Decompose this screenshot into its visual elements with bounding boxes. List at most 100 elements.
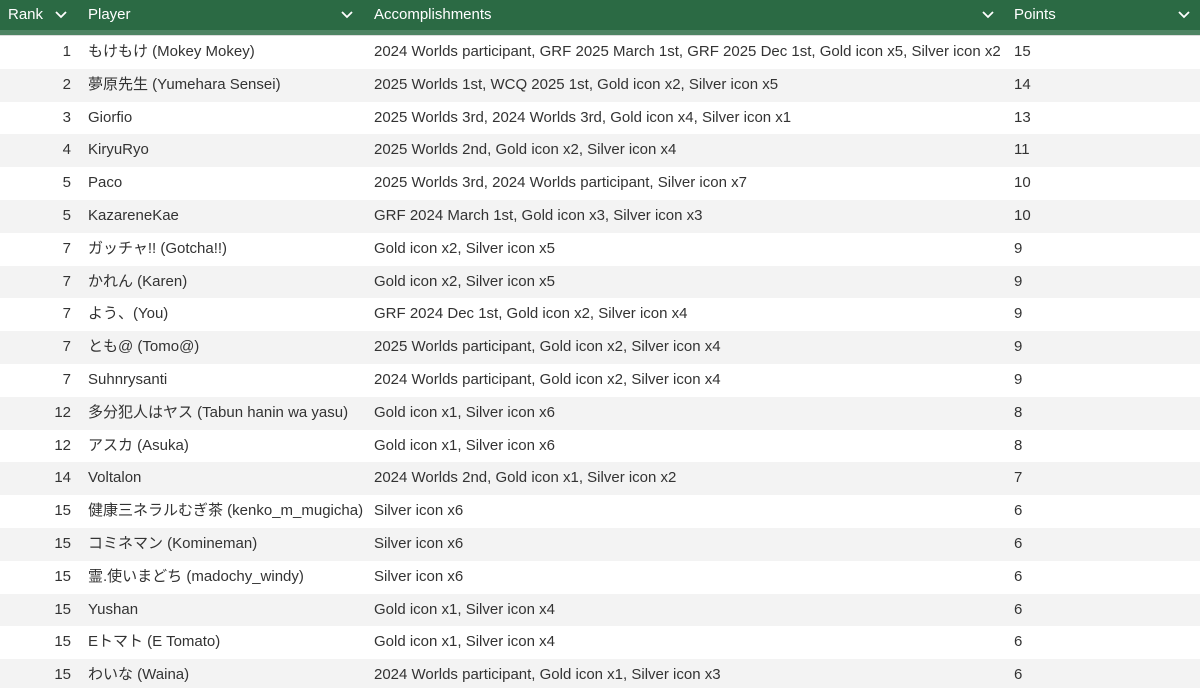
accomplishments-cell: 2025 Worlds participant, Gold icon x2, S… — [374, 338, 721, 356]
points-cell: 8 — [1014, 436, 1023, 454]
table-row[interactable]: 15 Yushan Gold icon x1, Silver icon x4 6 — [0, 593, 1200, 627]
table-row[interactable]: 4 KiryuRyo 2025 Worlds 2nd, Gold icon x2, … — [0, 134, 1200, 168]
rank-cell: 5 — [62, 206, 71, 224]
accomplishments-cell: Gold icon x2, Silver icon x5 — [374, 272, 555, 290]
points-cell: 14 — [1014, 75, 1031, 93]
table-row[interactable]: 7 かれん (Karen) Gold icon x2, Silver icon x5… — [0, 265, 1200, 299]
points-cell: 8 — [1014, 403, 1023, 421]
accomplishments-cell: 2024 Worlds participant, GRF 2025 March … — [374, 43, 1001, 60]
table-row[interactable]: 15 コミネマン (Komineman) Silver icon x6 6 — [0, 527, 1200, 561]
points-cell: 6 — [1014, 502, 1023, 520]
accomplishments-cell: Gold icon x1, Silver icon x6 — [374, 403, 555, 421]
table-row[interactable]: 5 KazareneKae GRF 2024 March 1st, Gold ico… — [0, 199, 1200, 233]
table-row[interactable]: 15 霊.使いまどち (madochy_windy) Silver icon x6 6 — [0, 561, 1200, 594]
points-cell: 13 — [1014, 108, 1031, 126]
rank-cell: 15 — [54, 666, 71, 684]
accomplishments-cell: 2024 Worlds 2nd, Gold icon x1, Silver ic… — [374, 469, 677, 487]
rank-cell: 3 — [62, 108, 71, 126]
table-row[interactable]: 12 アスカ (Asuka) Gold icon x1, Silver icon x… — [0, 430, 1200, 463]
player-cell: Giorfio — [88, 108, 133, 126]
table-body: 1 もけもけ (Mokey Mokey) 2024 Worlds participa… — [0, 35, 1200, 688]
column-header-accomplishments[interactable]: Accomplishments — [374, 0, 1000, 30]
rank-cell: 4 — [62, 141, 71, 159]
player-cell: Paco — [88, 174, 123, 192]
player-cell: 夢原先生 (Yumehara Sensei) — [88, 75, 281, 93]
rank-cell: 12 — [54, 403, 71, 421]
rank-cell: 15 — [54, 633, 71, 651]
table-row[interactable]: 7 とも@ (Tomo@) 2025 Worlds participant, Gol… — [0, 331, 1200, 364]
column-header-rank[interactable]: Rank — [8, 0, 70, 30]
rank-cell: 7 — [62, 239, 71, 257]
accomplishments-cell: 2025 Worlds 3rd, 2024 Worlds participant… — [374, 174, 747, 192]
accomplishments-cell: Silver icon x6 — [374, 534, 464, 552]
accomplishments-cell: Gold icon x1, Silver icon x6 — [374, 436, 555, 454]
chevron-down-icon[interactable] — [981, 10, 995, 20]
accomplishments-cell: Gold icon x2, Silver icon x5 — [374, 239, 555, 257]
points-cell: 6 — [1014, 633, 1023, 651]
player-cell: かれん (Karen) — [88, 272, 188, 290]
chevron-down-icon[interactable] — [1177, 10, 1191, 20]
player-cell: わいな (Waina) — [88, 666, 190, 684]
column-header-points[interactable]: Points — [1014, 0, 1194, 30]
player-cell: もけもけ (Mokey Mokey) — [88, 43, 255, 60]
chevron-down-icon[interactable] — [340, 10, 354, 20]
table-row[interactable]: 3 Giorfio 2025 Worlds 3rd, 2024 Worlds 3rd… — [0, 102, 1200, 135]
points-cell: 11 — [1014, 141, 1030, 159]
player-cell: コミネマン (Komineman) — [88, 534, 258, 552]
rank-cell: 7 — [62, 272, 71, 290]
player-cell: アスカ (Asuka) — [88, 436, 189, 454]
points-cell: 6 — [1014, 666, 1023, 684]
points-cell: 9 — [1014, 272, 1023, 290]
table-row[interactable]: 2 夢原先生 (Yumehara Sensei) 2025 Worlds 1st, … — [0, 68, 1200, 102]
table-row[interactable]: 15 健康三ネラルむぎ茶 (kenko_m_mugicha) Silver icon… — [0, 495, 1200, 528]
player-cell: ガッチャ!! (Gotcha!!) — [88, 239, 228, 257]
points-cell: 15 — [1014, 43, 1031, 60]
rank-cell: 12 — [54, 436, 71, 454]
table-row[interactable]: 1 もけもけ (Mokey Mokey) 2024 Worlds participa… — [0, 35, 1200, 69]
rank-cell: 14 — [54, 469, 71, 487]
column-header-player[interactable]: Player — [88, 0, 358, 30]
accomplishments-cell: GRF 2024 March 1st, Gold icon x3, Silver… — [374, 206, 703, 224]
points-cell: 9 — [1014, 338, 1023, 356]
chevron-down-icon[interactable] — [54, 10, 68, 20]
table-row[interactable]: 7 Suhnrysanti 2024 Worlds participant, Gol… — [0, 364, 1200, 397]
table-row[interactable]: 15 Eトマト (E Tomato) Gold icon x1, Silver ic… — [0, 626, 1200, 659]
points-cell: 10 — [1014, 174, 1031, 192]
points-cell: 6 — [1014, 534, 1023, 552]
points-cell: 10 — [1014, 206, 1031, 224]
table-row[interactable]: 7 ガッチャ!! (Gotcha!!) Gold icon x2, Silver i… — [0, 233, 1200, 266]
accomplishments-cell: GRF 2024 Dec 1st, Gold icon x2, Silver i… — [374, 305, 688, 323]
player-cell: Eトマト (E Tomato) — [88, 633, 221, 651]
player-cell: 多分犯人はヤス (Tabun hanin wa yasu) — [88, 403, 349, 421]
rank-cell: 15 — [54, 600, 71, 618]
points-cell: 6 — [1014, 567, 1023, 585]
accomplishments-cell: 2025 Worlds 2nd, Gold icon x2, Silver ic… — [374, 141, 677, 159]
player-cell: とも@ (Tomo@) — [88, 338, 200, 356]
table-row[interactable]: 14 Voltalon 2024 Worlds 2nd, Gold icon x1,… — [0, 462, 1200, 496]
table-row[interactable]: 7 よう、(You) GRF 2024 Dec 1st, Gold icon x2,… — [0, 298, 1200, 331]
table-row[interactable]: 12 多分犯人はヤス (Tabun hanin wa yasu) Gold icon… — [0, 396, 1200, 430]
points-cell: 9 — [1014, 305, 1023, 323]
rank-cell: 7 — [62, 338, 71, 356]
player-cell: KazareneKae — [88, 206, 179, 224]
accomplishments-cell: 2025 Worlds 3rd, 2024 Worlds 3rd, Gold i… — [374, 108, 792, 126]
accomplishments-cell: Gold icon x1, Silver icon x4 — [374, 633, 555, 651]
points-cell: 9 — [1014, 239, 1023, 257]
rank-cell: 15 — [54, 567, 71, 585]
accomplishments-cell: Silver icon x6 — [374, 502, 464, 520]
player-cell: 健康三ネラルむぎ茶 (kenko_m_mugicha) — [88, 502, 364, 520]
column-header-accomplishments-label: Accomplishments — [374, 6, 492, 23]
player-cell: 霊.使いまどち (madochy_windy) — [88, 567, 304, 585]
table-header: Rank Player Accomplishments Points — [0, 0, 1200, 35]
column-header-rank-label: Rank — [8, 6, 44, 23]
accomplishments-cell: 2024 Worlds participant, Gold icon x2, S… — [374, 370, 721, 388]
player-cell: Yushan — [88, 600, 139, 618]
player-cell: Suhnrysanti — [88, 370, 168, 388]
rank-cell: 1 — [62, 43, 71, 60]
ranking-table: Rank Player Accomplishments Points 1 もけもけ… — [0, 0, 1200, 688]
table-row[interactable]: 15 わいな (Waina) 2024 Worlds participant, Go… — [0, 659, 1200, 688]
points-cell: 9 — [1014, 370, 1023, 388]
table-row[interactable]: 5 Paco 2025 Worlds 3rd, 2024 Worlds partic… — [0, 167, 1200, 200]
accomplishments-cell: 2024 Worlds participant, Gold icon x1, S… — [374, 666, 721, 684]
accomplishments-cell: 2025 Worlds 1st, WCQ 2025 1st, Gold icon… — [374, 75, 779, 93]
